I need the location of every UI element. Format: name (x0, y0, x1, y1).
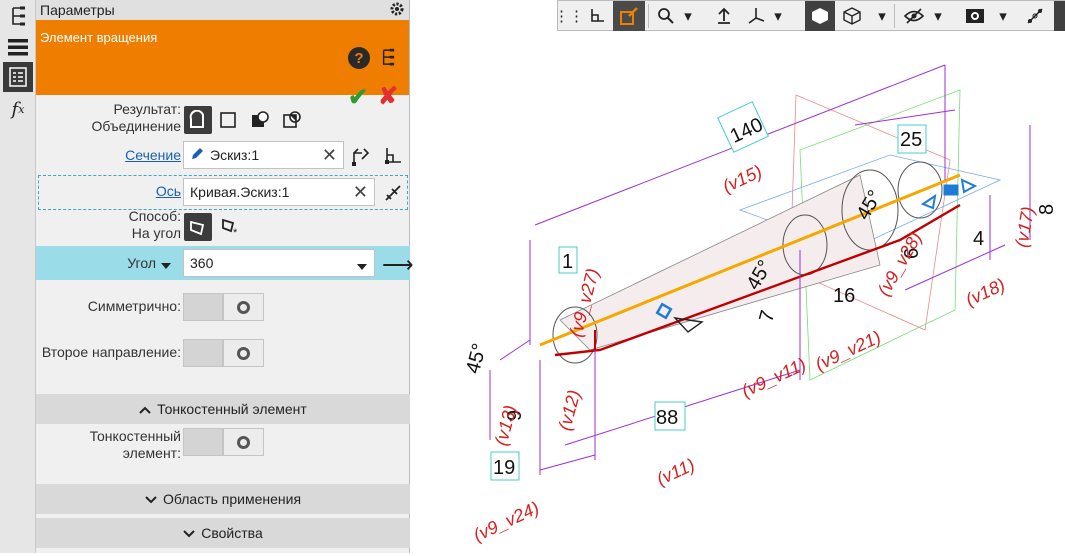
gear-icon[interactable] (389, 1, 405, 20)
label-v15: (v15) (719, 161, 765, 196)
label-v17: (v17) (1011, 205, 1038, 249)
label-v9-v11: (v9_v11) (738, 354, 809, 401)
zoom-icon[interactable] (652, 1, 680, 31)
arrow-right-icon[interactable]: ⟶ (382, 252, 414, 278)
symmetric-label: Симметрично: (87, 298, 181, 314)
angle-field[interactable]: 360 (183, 249, 375, 277)
model-viewport[interactable]: 140 25 1 88 19 9 6 7 8 4 45° 45° 45° 16 … (411, 31, 1065, 553)
by-angle-button[interactable] (184, 213, 212, 241)
shaded-view-icon[interactable] (805, 1, 835, 31)
chevron-down-icon[interactable]: ▾ (874, 1, 890, 31)
sketch-icon-button[interactable] (379, 142, 407, 170)
tree-icon[interactable] (381, 47, 395, 72)
chevron-down-icon[interactable]: ▾ (770, 1, 786, 31)
second-direction-label: Второе направление: (41, 344, 181, 360)
thin-wall-label: Тонкостенный элемент: (89, 428, 181, 461)
chevron-down-icon[interactable]: ▾ (930, 1, 946, 31)
axis-label[interactable]: Кривая.Эскиз:1Ось (36, 183, 181, 200)
chevron-down-icon[interactable]: ▾ (680, 1, 696, 31)
variable-labels: (v15) (v9_v24) (v9_v27) (v12) (v13) (v11… (470, 161, 1038, 545)
view-toolbar: ⋮⋮ ▾ ▾ ▾ ▾ ▾ (554, 0, 1065, 31)
dim-7: 7 (755, 308, 779, 324)
axis-select-button[interactable] (379, 179, 407, 207)
constraints-icon[interactable] (1020, 1, 1050, 31)
label-v12: (v12) (554, 388, 584, 433)
ok-checkmark-icon[interactable]: ✔ (348, 83, 368, 112)
display-filter-icon[interactable] (961, 1, 989, 31)
grip-icon[interactable]: ⋮⋮ (554, 1, 584, 31)
edit-sketch-button[interactable] (347, 142, 375, 170)
angle-type-dropdown-icon[interactable] (160, 258, 172, 274)
chevron-down-icon[interactable]: ▾ (995, 1, 1011, 31)
rotate-view-icon[interactable] (710, 1, 738, 31)
thin-wall-section-header[interactable]: Тонкостенный элемент (36, 394, 410, 424)
thin-wall-toggle[interactable] (183, 428, 264, 456)
menu-icon[interactable] (3, 32, 33, 62)
to-object-button[interactable]: * (216, 213, 244, 241)
new-body-button[interactable] (214, 106, 242, 134)
svg-text:*: * (233, 227, 238, 238)
chevron-up-icon (139, 401, 151, 417)
function-icon[interactable]: fx (3, 94, 33, 124)
help-icon[interactable]: ? (348, 47, 370, 69)
operation-title: Элемент вращения (40, 30, 158, 45)
cad-drawing: 140 25 1 88 19 9 6 7 8 4 45° 45° 45° 16 … (462, 64, 1058, 545)
axis-field[interactable]: Кривая.Эскиз:1 ✕ (183, 178, 375, 206)
union-result-button[interactable] (184, 106, 212, 134)
axis-value: Кривая.Эскиз:1 (190, 184, 290, 200)
label-v11: (v11) (653, 454, 697, 489)
second-direction-toggle[interactable] (183, 339, 264, 367)
tree-icon[interactable] (3, 2, 33, 32)
label-v9-v24: (v9_v24) (470, 498, 542, 546)
orientation-axes-icon[interactable] (742, 1, 770, 31)
dim-8: 8 (1036, 204, 1058, 215)
angle-value: 360 (190, 255, 214, 271)
operation-header: Элемент вращения ? ✔ ✘ (36, 20, 409, 111)
section-field[interactable]: Эскиз:1 ✕ (183, 141, 344, 169)
properties-section-header[interactable]: Свойства (36, 518, 410, 548)
cancel-x-icon[interactable]: ✘ (378, 82, 398, 111)
angle-label: Угол (127, 255, 156, 271)
hide-eye-icon[interactable] (900, 1, 928, 31)
chevron-down-icon (145, 491, 157, 507)
properties-icon[interactable] (3, 62, 33, 92)
wireframe-view-icon[interactable] (838, 1, 866, 31)
label-v13: (v13) (491, 403, 521, 448)
section-value: Эскиз:1 (210, 147, 260, 163)
label-v9-v21: (v9_v21) (812, 327, 884, 375)
left-tool-strip: fx (0, 0, 36, 553)
symmetric-toggle[interactable] (183, 293, 264, 321)
dim-19: 19 (493, 457, 515, 479)
dim-16: 16 (833, 285, 855, 307)
toolbar-overflow[interactable] (1054, 1, 1065, 31)
dim-88: 88 (656, 407, 678, 429)
result-label: Результат: Объединение (91, 101, 181, 134)
chevron-down-icon (183, 525, 195, 541)
edit-sketch-icon[interactable] (613, 1, 645, 31)
intersect-button[interactable] (278, 106, 306, 134)
panel-title: Параметры (40, 2, 115, 18)
dim-1: 1 (562, 251, 573, 273)
scope-section-header[interactable]: Область применения (36, 484, 410, 514)
parameters-panel: Параметры Элемент вращения ? ✔ ✘ Результ… (36, 0, 414, 553)
clear-section-icon[interactable]: ✕ (322, 145, 337, 166)
dim-25: 25 (900, 129, 922, 151)
dim-45a: 45° (462, 341, 491, 376)
shaft-body (559, 174, 881, 351)
pencil-icon (190, 147, 204, 164)
label-v18: (v18) (963, 275, 1009, 310)
sketch-plane-icon[interactable] (582, 1, 612, 31)
method-label: Способ: На угол (128, 208, 181, 241)
panel-header: Параметры (36, 0, 409, 20)
clear-axis-icon[interactable]: ✕ (353, 182, 368, 203)
dim-4: 4 (973, 228, 984, 250)
subtract-button[interactable] (246, 106, 274, 134)
section-label[interactable]: Сечение (36, 147, 181, 164)
chevron-down-icon[interactable] (356, 259, 368, 275)
